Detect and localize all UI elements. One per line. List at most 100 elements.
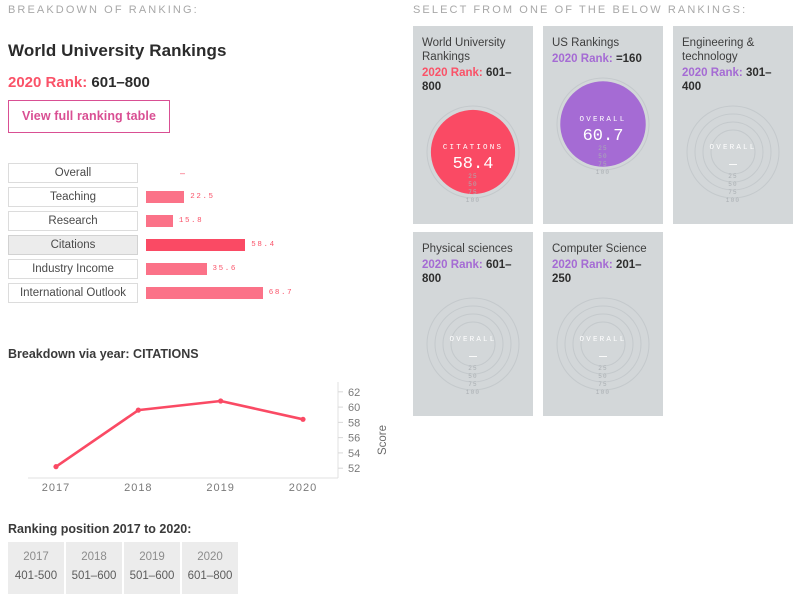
rank-label: 2020 Rank:	[8, 74, 88, 91]
metric-button-research[interactable]: Research	[8, 211, 138, 231]
rank-summary: 2020 Rank: 601–800	[8, 74, 150, 91]
card-rank-label: 2020 Rank:	[552, 53, 613, 66]
y-axis-ticks: 52 54 56 58 60 62	[338, 387, 360, 475]
ranking-dashboard: BREAKDOWN OF RANKING: World University R…	[0, 0, 800, 610]
rank-value: 601–800	[91, 74, 150, 91]
trend-line	[54, 399, 305, 468]
dial-tick-label: 50	[598, 373, 608, 380]
linechart-svg: 52 54 56 58 60 62 2017 2018 2019 2020 Score	[28, 382, 389, 493]
trend-points	[53, 398, 306, 470]
dial-tick-label: 25	[468, 365, 478, 372]
ranking-card-engineering-technology[interactable]: Engineering & technology 2020 Rank: 301–…	[673, 26, 793, 225]
card-rank: 2020 Rank: 601–800	[422, 258, 524, 286]
dial-svg: OVERALL —255075100	[686, 105, 780, 204]
dial-tick-label: 25	[728, 173, 738, 180]
ranking-card-physical-sciences[interactable]: Physical sciences 2020 Rank: 601–800 OVE…	[413, 232, 533, 417]
breakdown-bar-chart: Overall – Teaching 22.5 Research 15.8 Ci…	[8, 163, 348, 307]
position-year: 2018	[81, 551, 107, 563]
dial-tick-label: 25	[598, 365, 608, 372]
breakdown-row: Citations 58.4	[8, 235, 348, 255]
bar-value-overall: –	[180, 168, 187, 178]
dial-tick-label: 50	[728, 181, 738, 188]
ranking-card-us-rankings[interactable]: US Rankings 2020 Rank: =160 OVERALL 60.7 2…	[543, 26, 663, 225]
card-rank-value: =160	[615, 53, 642, 66]
metric-button-citations[interactable]: Citations	[8, 235, 138, 255]
bar-track: –	[146, 167, 348, 179]
position-table: 2017 401-500 2018 501–600 2019 501–600 2…	[8, 542, 240, 594]
card-rank-label: 2020 Rank:	[422, 259, 483, 272]
svg-text:2018: 2018	[124, 482, 152, 493]
metric-button-teaching[interactable]: Teaching	[8, 187, 138, 207]
card-title: US Rankings	[552, 37, 620, 49]
page-title: World University Rankings	[8, 41, 227, 60]
bar-fill-research	[146, 215, 173, 227]
dial-tick-label: 75	[468, 189, 478, 196]
view-full-ranking-table-button[interactable]: View full ranking table	[8, 100, 171, 133]
svg-text:54: 54	[348, 448, 360, 460]
dial-tick-label: 75	[468, 381, 478, 388]
dial-tick-label: 50	[598, 153, 608, 160]
bar-track: 22.5	[146, 191, 348, 203]
position-cell: 2017 401-500	[8, 542, 66, 594]
bar-value-citations: 58.4	[251, 241, 276, 249]
breakdown-row: Industry Income 35.6	[8, 259, 348, 279]
score-dial-overall-empty: OVERALL —25 50 75 100	[682, 104, 784, 216]
dial-svg: OVERALL 60.7255075100	[556, 77, 650, 176]
svg-text:56: 56	[348, 433, 360, 445]
card-rank-label: 2020 Rank:	[422, 67, 483, 80]
breakdown-row: Overall –	[8, 163, 348, 183]
ranking-card-computer-science[interactable]: Computer Science 2020 Rank: 201–250 OVER…	[543, 232, 663, 417]
dial-tick-label: 100	[726, 197, 740, 204]
bar-value-international-outlook: 68.7	[268, 289, 294, 297]
position-cell: 2020 601–800	[182, 542, 240, 594]
x-axis-ticks: 2017 2018 2019 2020	[42, 482, 317, 493]
dial-metric-label: OVERALL	[580, 116, 627, 124]
metric-button-industry-income[interactable]: Industry Income	[8, 259, 138, 279]
dial-svg: OVERALL —255075100	[426, 297, 520, 396]
metric-button-overall[interactable]: Overall	[8, 163, 138, 183]
card-spacer	[673, 232, 793, 416]
bar-fill-international-outlook	[146, 287, 263, 299]
position-cell: 2018 501–600	[66, 542, 124, 594]
card-rank: 2020 Rank: 601–800	[422, 66, 524, 94]
card-title: Physical sciences	[422, 243, 513, 256]
score-dial-overall-empty: OVERALL —25 50 75 100	[552, 296, 654, 408]
dial-metric-label: CITATIONS	[443, 144, 503, 152]
bar-value-teaching: 22.5	[190, 193, 215, 201]
bar-fill-industry-income	[146, 263, 207, 275]
dial-tick-label: 100	[466, 197, 480, 204]
rankings-caption: SELECT FROM ONE OF THE BELOW RANKINGS:	[413, 4, 748, 16]
metric-button-international-outlook[interactable]: International Outlook	[8, 283, 138, 303]
svg-text:58: 58	[348, 417, 360, 429]
position-range: 401-500	[14, 570, 58, 582]
svg-text:2020: 2020	[289, 482, 317, 493]
dial-tick-label: 100	[466, 389, 480, 396]
card-rank: 2020 Rank: 301–400	[682, 66, 784, 94]
breakdown-row: Research 15.8	[8, 211, 348, 231]
position-year: 2017	[23, 551, 49, 563]
svg-text:2019: 2019	[206, 482, 234, 493]
linechart-title: Breakdown via year: CITATIONS	[8, 347, 199, 361]
dial-tick-label: 75	[728, 189, 738, 196]
dial-tick-label: 25	[598, 145, 608, 152]
bar-track: 68.7	[146, 287, 348, 299]
ranking-card-world-university-rankings[interactable]: World University Rankings 2020 Rank: 601…	[413, 26, 533, 225]
svg-text:2017: 2017	[42, 482, 70, 493]
svg-text:62: 62	[348, 387, 360, 399]
bar-track: 58.4	[146, 239, 348, 251]
card-rank-label: 2020 Rank:	[552, 259, 613, 272]
rankings-selector-panel: SELECT FROM ONE OF THE BELOW RANKINGS: W…	[405, 0, 800, 610]
position-range: 501–600	[129, 570, 175, 582]
position-year: 2020	[197, 551, 223, 563]
breakdown-panel: BREAKDOWN OF RANKING: World University R…	[0, 0, 400, 610]
dial-metric-label: OVERALL	[710, 144, 757, 152]
position-table-title: Ranking position 2017 to 2020:	[8, 522, 192, 536]
dial-tick-label: 50	[468, 373, 478, 380]
card-rank: 2020 Rank: =160	[552, 52, 654, 66]
score-dial-overall-empty: OVERALL —25 50 75 100	[422, 296, 524, 408]
bar-fill-citations	[146, 239, 246, 251]
dial-svg: CITATIONS 58.4255075100	[426, 105, 520, 204]
breakdown-caption: BREAKDOWN OF RANKING:	[8, 4, 199, 16]
position-range: 601–800	[187, 570, 233, 582]
bar-track: 15.8	[146, 215, 348, 227]
